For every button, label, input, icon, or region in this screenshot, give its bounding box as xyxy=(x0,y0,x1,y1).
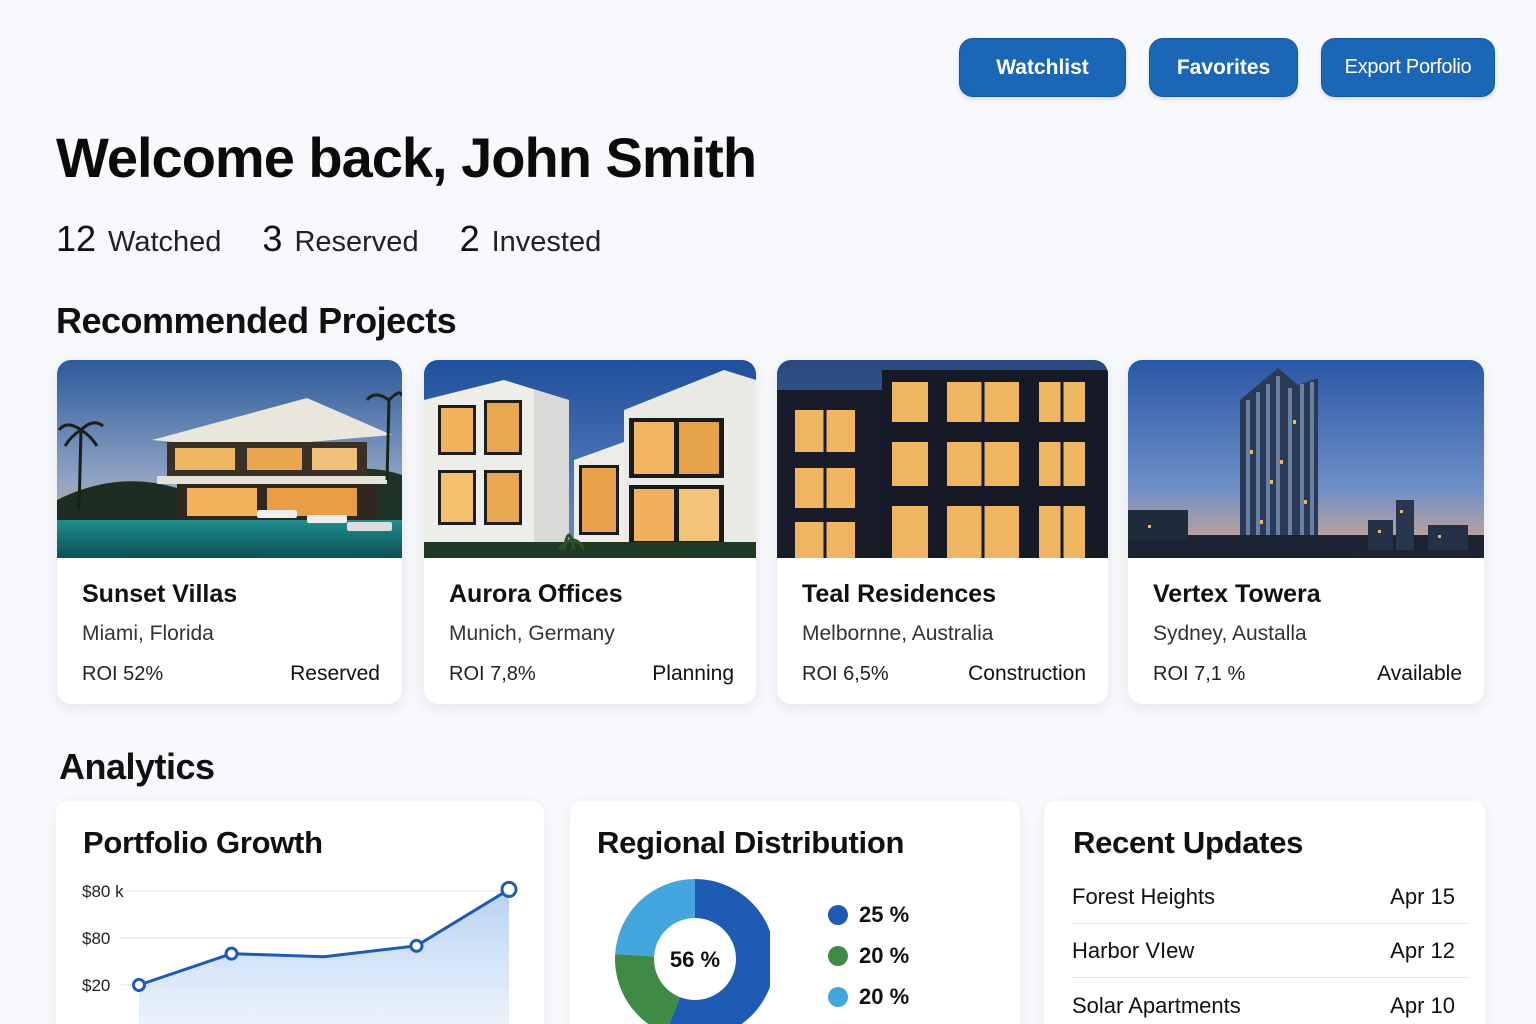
project-location: Sydney, Austalla xyxy=(1153,622,1307,645)
project-roi: ROI 6,5% xyxy=(802,663,889,685)
recommended-projects-title: Recommended Projects xyxy=(56,300,457,341)
project-status: Available xyxy=(1377,662,1462,685)
regional-distribution-panel: Regional Distribution 56 % 25 % 20 % 20 … xyxy=(570,801,1020,1024)
y-tick-label: $80 k xyxy=(82,882,124,901)
legend-item: 20 % xyxy=(828,984,909,1010)
project-photo-tower xyxy=(1128,360,1484,558)
update-name: Harbor VIew xyxy=(1072,938,1195,963)
project-roi: ROI 7,8% xyxy=(449,663,536,685)
donut-slice xyxy=(615,879,695,957)
project-name: Aurora Offices xyxy=(449,580,623,608)
favorites-button[interactable]: Favorites xyxy=(1149,38,1298,97)
stat-value: 3 xyxy=(262,218,283,259)
project-card-sunset-villas[interactable]: Sunset Villas Miami, Florida ROI 52% Res… xyxy=(57,360,402,704)
project-roi: ROI 7,1 % xyxy=(1153,663,1246,685)
project-location: Munich, Germany xyxy=(449,622,615,645)
stat-invested[interactable]: 2 Invested xyxy=(460,218,602,260)
project-photo-villa xyxy=(57,360,402,558)
welcome-heading: Welcome back, John Smith xyxy=(56,126,757,189)
stat-reserved[interactable]: 3 Reserved xyxy=(262,218,418,260)
recent-updates-title: Recent Updates xyxy=(1073,825,1304,860)
regional-distribution-donut: 56 % xyxy=(615,879,770,1024)
project-status: Planning xyxy=(652,662,734,685)
update-row[interactable]: Solar Apartments Apr 10 xyxy=(1072,979,1469,1024)
top-actions: Watchlist Favorites Export Porfolio xyxy=(959,38,1495,97)
stat-value: 12 xyxy=(56,218,97,259)
project-card-aurora-offices[interactable]: Aurora Offices Munich, Germany ROI 7,8% … xyxy=(424,360,756,704)
y-tick-label: $20 xyxy=(82,976,110,995)
legend-dot xyxy=(828,987,848,1007)
growth-point xyxy=(409,938,424,953)
update-date: Apr 15 xyxy=(1390,884,1455,909)
update-name: Solar Apartments xyxy=(1072,992,1241,1018)
growth-point xyxy=(132,978,146,992)
y-tick-label: $80 xyxy=(82,929,110,948)
stats-row: 12 Watched 3 Reserved 2 Invested xyxy=(56,218,642,260)
growth-point xyxy=(500,880,518,898)
project-photo-residences xyxy=(777,360,1108,558)
update-row[interactable]: Harbor VIew Apr 12 xyxy=(1072,925,1469,978)
project-card-vertex-towera[interactable]: Vertex Towera Sydney, Austalla ROI 7,1 %… xyxy=(1128,360,1484,704)
legend-item: 25 % xyxy=(828,902,909,928)
portfolio-growth-chart: $80 k $80 $20 xyxy=(82,880,518,1024)
stat-value: 2 xyxy=(459,218,480,259)
analytics-title: Analytics xyxy=(59,746,215,787)
legend-dot xyxy=(828,905,848,925)
watchlist-button[interactable]: Watchlist xyxy=(959,38,1126,97)
update-date: Apr 12 xyxy=(1390,938,1455,963)
update-row[interactable]: Forest Heights Apr 15 xyxy=(1072,871,1469,924)
project-roi: ROI 52% xyxy=(82,663,164,685)
portfolio-growth-panel: Portfolio Growth $80 k $80 $20 xyxy=(56,801,544,1024)
update-date: Apr 10 xyxy=(1390,992,1455,1018)
donut-center-label: 56 % xyxy=(670,947,720,972)
project-photo-offices xyxy=(424,360,756,558)
stat-label: Invested xyxy=(491,226,602,258)
project-status: Reserved xyxy=(290,662,380,685)
update-name: Forest Heights xyxy=(1072,884,1216,909)
project-card-teal-residences[interactable]: Teal Residences Melbornne, Australia ROI… xyxy=(777,360,1108,704)
project-location: Miami, Florida xyxy=(82,622,214,645)
stat-watched[interactable]: 12 Watched xyxy=(56,218,221,260)
project-name: Teal Residences xyxy=(802,580,997,608)
stat-label: Reserved xyxy=(294,226,419,258)
growth-point xyxy=(224,946,239,961)
project-status: Construction xyxy=(968,662,1086,685)
recent-updates-panel: Recent Updates Forest Heights Apr 15 Har… xyxy=(1044,801,1485,1024)
legend-dot xyxy=(828,946,848,966)
project-name: Vertex Towera xyxy=(1153,580,1321,608)
legend-label: 20 % xyxy=(859,943,910,968)
legend-label: 25 % xyxy=(859,902,910,927)
project-name: Sunset Villas xyxy=(82,580,238,608)
project-location: Melbornne, Australia xyxy=(802,622,994,645)
legend-item: 20 % xyxy=(828,943,909,969)
stat-label: Watched xyxy=(108,226,222,258)
export-portfolio-button[interactable]: Export Porfolio xyxy=(1321,38,1495,97)
legend-label: 20 % xyxy=(859,984,910,1009)
